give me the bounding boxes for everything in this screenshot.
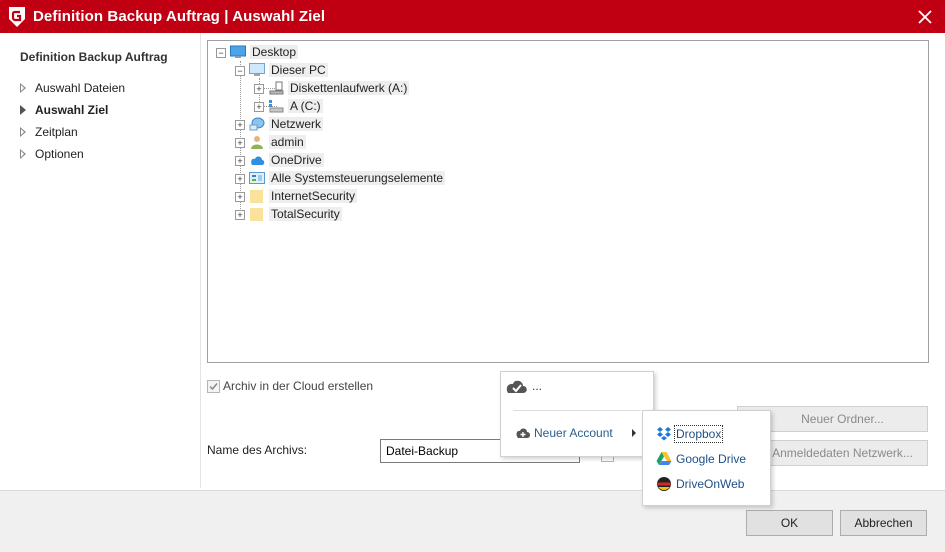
sidebar-item-label: Auswahl Ziel [35, 103, 109, 117]
ok-button[interactable]: OK [746, 510, 833, 536]
provider-label: Google Drive [676, 452, 747, 466]
provider-item-driveonweb[interactable]: DriveOnWeb [643, 473, 770, 495]
current-account-item[interactable]: ... [501, 372, 653, 400]
chevron-right-icon [20, 127, 26, 137]
window-title: Definition Backup Auftrag | Auswahl Ziel [33, 8, 326, 25]
expand-toggle[interactable]: + [235, 192, 245, 202]
chevron-right-icon [20, 105, 26, 115]
tree-node-label: A (C:) [288, 99, 323, 113]
provider-item-google-drive[interactable]: Google Drive [643, 448, 770, 470]
new-account-label: Neuer Account [534, 426, 613, 440]
cloud-add-icon [516, 428, 530, 438]
driveonweb-icon [657, 477, 671, 491]
cloud-provider-submenu: Dropbox Google Drive DriveOnWeb [642, 410, 771, 506]
sidebar-heading: Definition Backup Auftrag [20, 50, 168, 64]
sidebar-item-auswahl-dateien[interactable]: Auswahl Dateien [20, 79, 190, 97]
sidebar-item-label: Zeitplan [35, 125, 78, 139]
submenu-arrow-icon [632, 429, 636, 437]
archive-name-label: Name des Archivs: [207, 443, 308, 457]
folder-icon [250, 190, 263, 203]
control-panel-icon [249, 172, 265, 184]
cloud-archive-checkbox[interactable] [207, 380, 220, 393]
close-icon[interactable] [914, 6, 936, 28]
tree-node-label: OneDrive [269, 153, 324, 167]
sidebar-item-optionen[interactable]: Optionen [20, 145, 190, 163]
tree-node-label: InternetSecurity [269, 189, 358, 203]
cloud-check-icon [506, 380, 527, 393]
expand-toggle[interactable]: + [254, 102, 264, 112]
monitor-icon [249, 63, 265, 76]
chevron-right-icon [20, 149, 26, 159]
desktop-icon [230, 45, 246, 58]
floppy-drive-icon [269, 81, 284, 95]
current-account-label: ... [532, 379, 543, 393]
tree-node-label: TotalSecurity [269, 207, 342, 221]
user-folder-icon [251, 136, 263, 149]
folder-tree[interactable]: − Desktop − Dieser PC + Diskettenlaufwer… [207, 40, 929, 363]
gdata-logo-icon [9, 7, 25, 27]
checkmark-icon [209, 383, 218, 391]
network-icon [249, 117, 265, 131]
expand-toggle[interactable]: + [235, 174, 245, 184]
sidebar-item-zeitplan[interactable]: Zeitplan [20, 123, 190, 141]
dropbox-icon [657, 427, 671, 441]
google-drive-icon [656, 452, 672, 465]
dialog-footer: OK Abbrechen [0, 490, 945, 552]
tree-node-label: Desktop [250, 45, 299, 59]
cloud-archive-label: Archiv in der Cloud erstellen [223, 379, 374, 393]
folder-icon [250, 208, 263, 221]
tree-node-label: Diskettenlaufwerk (A:) [288, 81, 410, 95]
chevron-right-icon [20, 83, 26, 93]
tree-node-label: Netzwerk [269, 117, 324, 131]
cancel-button[interactable]: Abbrechen [840, 510, 927, 536]
expand-toggle[interactable]: + [235, 138, 245, 148]
sidebar: Definition Backup Auftrag Auswahl Dateie… [0, 33, 201, 488]
hard-drive-icon [269, 100, 284, 113]
tree-node-label: Dieser PC [269, 63, 328, 77]
provider-item-dropbox[interactable]: Dropbox [643, 423, 770, 445]
sidebar-item-auswahl-ziel[interactable]: Auswahl Ziel [20, 101, 190, 119]
expand-toggle[interactable]: + [235, 120, 245, 130]
expand-toggle[interactable]: + [254, 84, 264, 94]
tree-node-label: Alle Systemsteuerungselemente [269, 171, 446, 185]
sidebar-item-label: Optionen [35, 147, 84, 161]
cloud-account-menu: ... Neuer Account [500, 371, 654, 457]
sidebar-item-label: Auswahl Dateien [35, 81, 126, 95]
new-account-item[interactable]: Neuer Account [501, 422, 653, 444]
tree-node-label: admin [269, 135, 306, 149]
menu-separator [513, 410, 641, 411]
expand-toggle[interactable]: + [235, 210, 245, 220]
expand-toggle[interactable]: + [235, 156, 245, 166]
onedrive-cloud-icon [251, 156, 265, 165]
provider-label: Dropbox [673, 425, 724, 443]
collapse-toggle[interactable]: − [235, 66, 245, 76]
provider-label: DriveOnWeb [676, 477, 745, 491]
title-bar: Definition Backup Auftrag | Auswahl Ziel [0, 0, 945, 33]
collapse-toggle[interactable]: − [216, 48, 226, 58]
